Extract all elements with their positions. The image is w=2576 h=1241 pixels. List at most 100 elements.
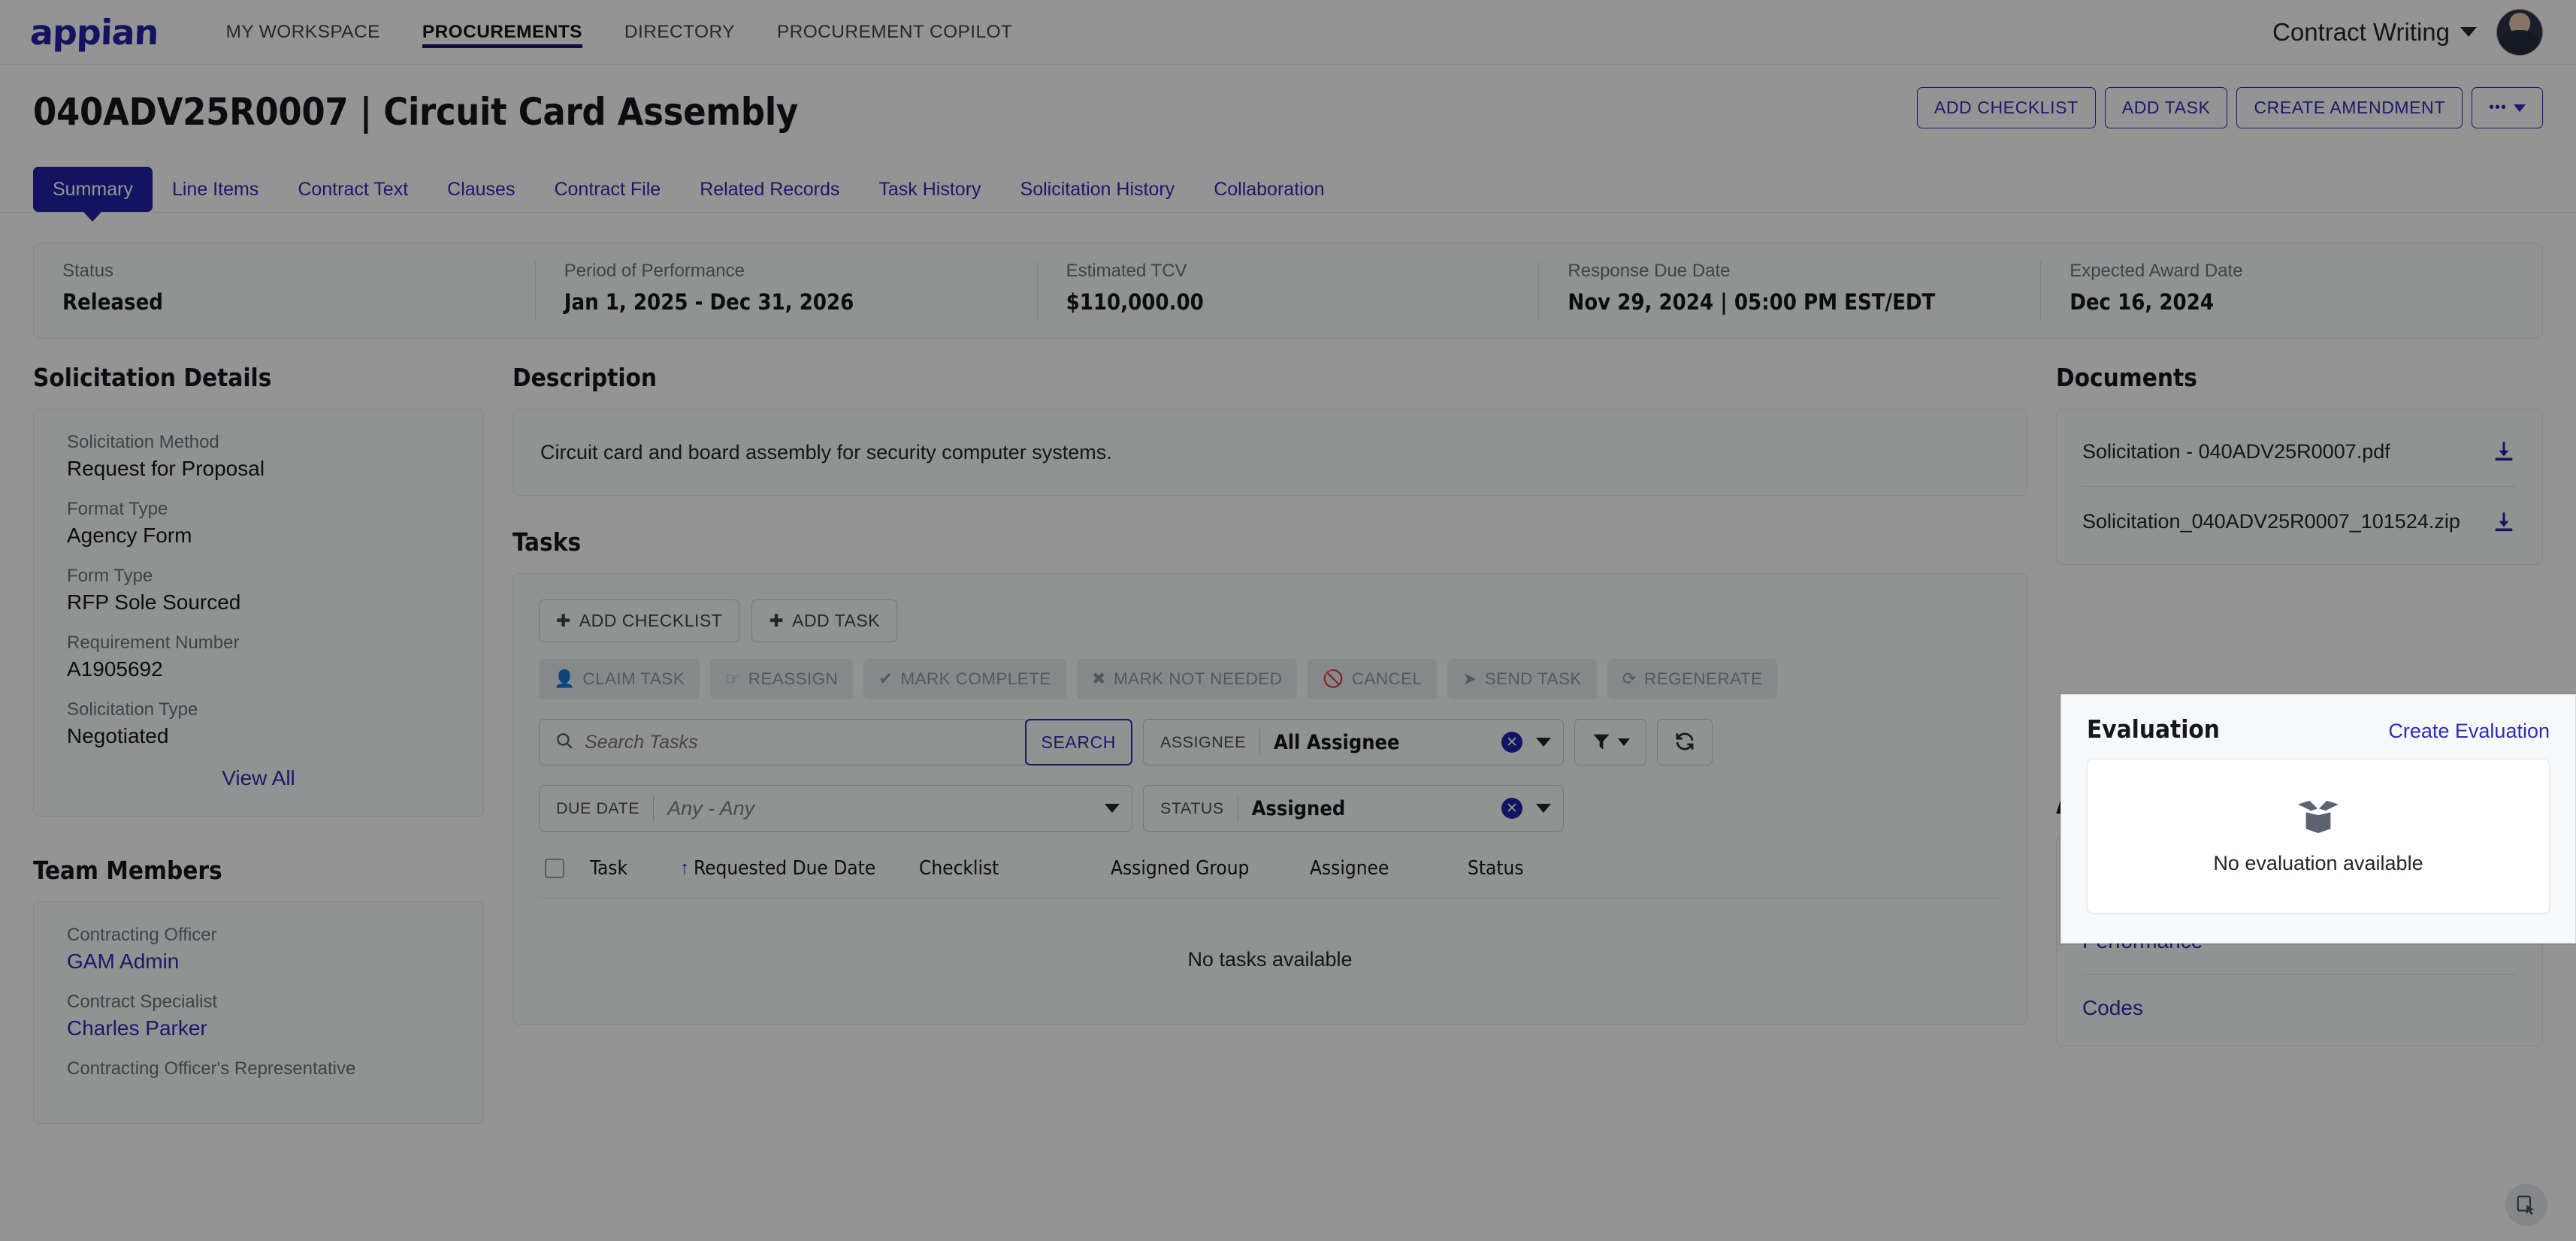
evaluation-panel-inner: Evaluation Create Evaluation No evaluati… bbox=[2061, 695, 2575, 936]
middle-column: Description Circuit card and board assem… bbox=[512, 363, 2027, 1025]
regenerate-button: ⟳ REGENERATE bbox=[1607, 659, 1778, 699]
status-filter[interactable]: STATUS Assigned ✕ bbox=[1143, 785, 1564, 832]
column-header-assigned-group[interactable]: Assigned Group bbox=[1111, 857, 1310, 880]
tab-related-records[interactable]: Related Records bbox=[680, 167, 859, 212]
nav-item-my-workspace[interactable]: MY WORKSPACE bbox=[204, 0, 401, 65]
plus-icon: ✚ bbox=[769, 611, 785, 630]
filter-menu-button[interactable] bbox=[1574, 719, 1646, 765]
tasks-table: Task ↑ Requested Due Date Checklist Assi… bbox=[539, 857, 2001, 994]
summary-value: Dec 16, 2024 bbox=[2070, 289, 2215, 315]
column-header-status[interactable]: Status bbox=[1468, 857, 1524, 880]
search-icon bbox=[555, 731, 574, 754]
field-value: Agency Form bbox=[67, 524, 192, 547]
button-label: ADD CHECKLIST bbox=[579, 611, 723, 630]
chevron-down-icon bbox=[1105, 804, 1120, 813]
tab-contract-text[interactable]: Contract Text bbox=[278, 167, 428, 212]
field-value: A1905692 bbox=[67, 657, 163, 681]
field-label: Contracting Officer's Representative bbox=[67, 1058, 356, 1079]
add-checklist-button[interactable]: ADD CHECKLIST bbox=[1916, 87, 2096, 128]
tasks-table-header: Task ↑ Requested Due Date Checklist Assi… bbox=[539, 857, 2001, 898]
field-label: Solicitation Type bbox=[67, 699, 198, 720]
ellipsis-icon: ••• bbox=[2488, 99, 2507, 116]
clear-icon[interactable]: ✕ bbox=[1501, 732, 1522, 753]
tab-summary[interactable]: Summary bbox=[33, 167, 153, 212]
button-label: ADD TASK bbox=[792, 611, 881, 630]
summary-strip: Status Released Period of Performance Ja… bbox=[33, 243, 2543, 339]
field-solicitation-type: Solicitation Type Negotiated bbox=[67, 699, 450, 748]
cursor-pointer-badge bbox=[2505, 1184, 2547, 1226]
tasks-filter-row-1: SEARCH ASSIGNEE All Assignee ✕ bbox=[539, 719, 2001, 765]
column-header-task[interactable]: Task bbox=[590, 857, 680, 880]
summary-label: Period of Performance bbox=[564, 261, 745, 281]
tasks-add-checklist-button[interactable]: ✚ ADD CHECKLIST bbox=[539, 599, 740, 642]
document-list-item[interactable]: Solicitation_040ADV25R0007_101524.zip bbox=[2082, 486, 2517, 556]
clear-icon[interactable]: ✕ bbox=[1501, 798, 1522, 819]
more-actions-button[interactable]: ••• bbox=[2471, 87, 2543, 128]
tab-task-history[interactable]: Task History bbox=[859, 167, 1000, 212]
tab-contract-file[interactable]: Contract File bbox=[534, 167, 680, 212]
tab-collaboration[interactable]: Collaboration bbox=[1194, 167, 1344, 212]
add-task-button[interactable]: ADD TASK bbox=[2104, 87, 2228, 128]
tab-line-items[interactable]: Line Items bbox=[153, 167, 278, 212]
nav-item-procurement-copilot[interactable]: PROCUREMENT COPILOT bbox=[756, 0, 1033, 65]
filter-label: ASSIGNEE bbox=[1160, 732, 1246, 751]
evaluation-empty-state: No evaluation available bbox=[2087, 759, 2550, 913]
chevron-down-icon bbox=[2514, 104, 2526, 112]
tab-clauses[interactable]: Clauses bbox=[428, 167, 534, 212]
field-label: Format Type bbox=[67, 499, 168, 519]
button-label: CLAIM TASK bbox=[582, 669, 685, 688]
search-button[interactable]: SEARCH bbox=[1024, 719, 1132, 765]
download-icon[interactable] bbox=[2491, 439, 2517, 464]
refresh-button[interactable] bbox=[1657, 719, 1713, 765]
summary-cell-response-due-date: Response Due Date Nov 29, 2024 | 05:00 P… bbox=[1538, 261, 2040, 321]
summary-cell-expected-award-date: Expected Award Date Dec 16, 2024 bbox=[2040, 261, 2542, 321]
funnel-icon bbox=[1591, 731, 1612, 754]
search-box[interactable] bbox=[539, 719, 1026, 765]
tasks-heading: Tasks bbox=[512, 527, 582, 557]
select-all-checkbox[interactable] bbox=[545, 859, 564, 878]
column-header-checklist[interactable]: Checklist bbox=[919, 857, 1111, 880]
assignee-filter[interactable]: ASSIGNEE All Assignee ✕ bbox=[1143, 719, 1564, 765]
field-contracting-officer: Contracting Officer GAM Admin bbox=[67, 925, 450, 974]
mark-not-needed-button: ✖ MARK NOT NEEDED bbox=[1076, 659, 1298, 699]
search-input[interactable] bbox=[585, 731, 1010, 753]
field-value-link[interactable]: Charles Parker bbox=[67, 1016, 450, 1040]
team-members-card: Contracting Officer GAM Admin Contract S… bbox=[33, 901, 484, 1124]
create-amendment-button[interactable]: CREATE AMENDMENT bbox=[2236, 87, 2463, 128]
chevron-down-icon bbox=[1618, 738, 1630, 746]
appian-logo[interactable]: appian bbox=[29, 12, 159, 53]
team-members-heading: Team Members bbox=[33, 856, 222, 885]
nav-item-directory[interactable]: DIRECTORY bbox=[603, 0, 756, 65]
button-label: REGENERATE bbox=[1644, 669, 1763, 688]
tasks-add-task-button[interactable]: ✚ ADD TASK bbox=[751, 599, 898, 642]
summary-cell-period-of-performance: Period of Performance Jan 1, 2025 - Dec … bbox=[534, 261, 1037, 321]
tab-solicitation-history[interactable]: Solicitation History bbox=[1001, 167, 1195, 212]
description-box: Circuit card and board assembly for secu… bbox=[512, 409, 2027, 496]
paper-plane-icon: ➤ bbox=[1462, 669, 1477, 688]
document-list-item[interactable]: Solicitation - 040ADV25R0007.pdf bbox=[2082, 417, 2517, 486]
field-value-link[interactable]: GAM Admin bbox=[67, 950, 450, 974]
app-root: appian MY WORKSPACE PROCUREMENTS DIRECTO… bbox=[0, 0, 2576, 1241]
summary-value: $110,000.00 bbox=[1066, 289, 1204, 315]
tasks-empty-message: No tasks available bbox=[1187, 948, 1353, 971]
record-tabs: Summary Line Items Contract Text Clauses… bbox=[0, 144, 2576, 213]
view-all-link[interactable]: View All bbox=[67, 766, 450, 790]
field-format-type: Format Type Agency Form bbox=[67, 499, 450, 548]
evaluation-heading: Evaluation bbox=[2087, 714, 2220, 744]
send-task-button: ➤ SEND TASK bbox=[1447, 659, 1597, 699]
download-icon[interactable] bbox=[2491, 509, 2517, 535]
user-menu-label: Contract Writing bbox=[2272, 17, 2450, 46]
field-label: Form Type bbox=[67, 566, 153, 586]
column-header-assignee[interactable]: Assignee bbox=[1310, 857, 1468, 880]
user-menu-button[interactable]: Contract Writing bbox=[2272, 18, 2477, 47]
button-label: REASSIGN bbox=[748, 669, 839, 688]
solicitation-details-card: Solicitation Method Request for Proposal… bbox=[33, 409, 484, 817]
field-value: Request for Proposal bbox=[67, 457, 265, 480]
additional-details-link-codes[interactable]: Codes bbox=[2082, 974, 2517, 1041]
avatar[interactable] bbox=[2496, 8, 2543, 56]
due-date-filter[interactable]: DUE DATE Any - Any bbox=[539, 785, 1132, 832]
create-evaluation-link[interactable]: Create Evaluation bbox=[2388, 720, 2550, 743]
column-header-requested-due-date[interactable]: Requested Due Date bbox=[694, 857, 919, 880]
nav-item-procurements[interactable]: PROCUREMENTS bbox=[401, 0, 603, 65]
document-name: Solicitation_040ADV25R0007_101524.zip bbox=[2082, 510, 2460, 533]
